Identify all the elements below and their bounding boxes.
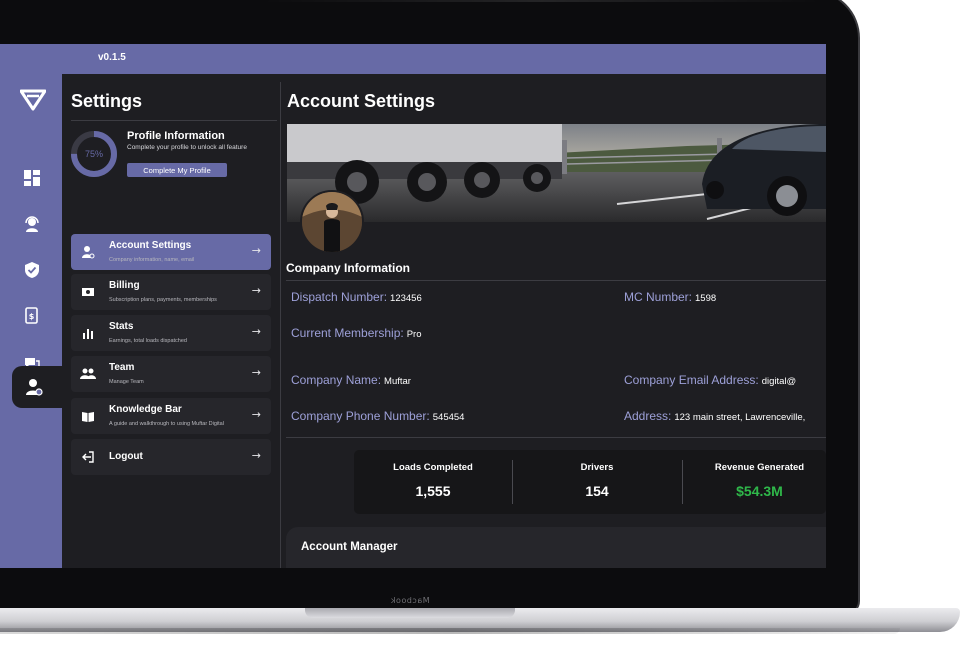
menu-item-logout[interactable]: Logout → bbox=[71, 439, 271, 475]
arrow-right-icon: → bbox=[251, 449, 261, 462]
arrow-right-icon: → bbox=[251, 284, 261, 297]
menu-item-team[interactable]: Team Manage Team → bbox=[71, 356, 271, 392]
menu-item-billing[interactable]: Billing Subscription plans, payments, me… bbox=[71, 274, 271, 310]
arrow-right-icon: → bbox=[251, 366, 261, 379]
user-settings-icon[interactable] bbox=[24, 377, 44, 397]
cash-icon bbox=[80, 284, 96, 300]
shield-check-icon[interactable] bbox=[22, 260, 42, 280]
settings-panel: Settings 75% Profile Information Complet… bbox=[62, 74, 280, 568]
company-name-field: Company Name: Muftar bbox=[291, 373, 411, 387]
stat-revenue-generated: Revenue Generated $54.3M bbox=[714, 462, 805, 499]
app-version: v0.1.5 bbox=[98, 52, 126, 63]
stat-drivers: Drivers 154 bbox=[580, 462, 614, 499]
top-bar: v0.1.5 bbox=[0, 44, 826, 74]
menu-sublabel: Subscription plans, payments, membership… bbox=[109, 297, 217, 303]
logout-icon bbox=[80, 449, 96, 465]
page-title: Account Settings bbox=[287, 91, 436, 111]
menu-label: Logout bbox=[109, 451, 143, 462]
laptop-brand: Macbook bbox=[390, 596, 430, 605]
profile-subtitle: Complete your profile to unlock all feat… bbox=[127, 144, 247, 151]
cover-banner-image[interactable] bbox=[287, 124, 826, 222]
menu-item-stats[interactable]: Stats Earnings, total loads dispatched → bbox=[71, 315, 271, 351]
book-icon bbox=[80, 408, 96, 424]
laptop-mockup: Macbook v0.1.5 $ Settings 75% Profile In… bbox=[0, 0, 960, 647]
menu-label: Team bbox=[109, 362, 135, 373]
account-settings-main: Account Settings Company Information Dis… bbox=[286, 74, 826, 568]
menu-item-knowledge-bar[interactable]: Knowledge Bar A guide and walkthrough to… bbox=[71, 398, 271, 434]
account-manager-heading: Account Manager bbox=[301, 541, 398, 553]
profile-avatar[interactable] bbox=[300, 190, 364, 254]
menu-sublabel: A guide and walkthrough to using Muftar … bbox=[109, 421, 224, 427]
dashboard-icon[interactable] bbox=[22, 168, 42, 188]
menu-label: Knowledge Bar bbox=[109, 404, 182, 415]
document-money-icon[interactable]: $ bbox=[22, 306, 42, 326]
profile-progress-text: 75% bbox=[84, 149, 103, 159]
account-manager-card: Account Manager bbox=[286, 527, 826, 568]
menu-sublabel: Company information, name, email bbox=[109, 257, 195, 263]
bar-chart-icon bbox=[80, 325, 96, 341]
support-agent-icon[interactable] bbox=[22, 214, 42, 234]
arrow-right-icon: → bbox=[251, 244, 261, 257]
logo-icon[interactable] bbox=[20, 89, 46, 111]
team-icon bbox=[80, 366, 96, 382]
app-screen: v0.1.5 $ Settings 75% Profile Informatio… bbox=[0, 44, 826, 568]
mc-number-field: MC Number: 1598 bbox=[624, 290, 717, 304]
complete-profile-button[interactable]: Complete My Profile bbox=[127, 163, 227, 177]
membership-field: Current Membership: Pro bbox=[291, 326, 422, 340]
menu-item-account-settings[interactable]: Account Settings Company information, na… bbox=[71, 234, 271, 270]
profile-title: Profile Information bbox=[127, 130, 225, 142]
settings-title: Settings bbox=[71, 91, 143, 111]
user-gear-icon bbox=[80, 244, 96, 260]
company-email-field: Company Email Address: digital@ bbox=[624, 373, 797, 387]
dispatch-number-field: Dispatch Number: 123456 bbox=[291, 290, 422, 304]
arrow-right-icon: → bbox=[251, 408, 261, 421]
stats-summary: Loads Completed 1,555 Drivers 154 Revenu… bbox=[354, 450, 826, 514]
address-field: Address: 123 main street, Lawrenceville, bbox=[624, 409, 806, 423]
arrow-right-icon: → bbox=[251, 325, 261, 338]
stat-loads-completed: Loads Completed 1,555 bbox=[393, 462, 473, 499]
company-info-heading: Company Information bbox=[286, 261, 411, 275]
menu-label: Stats bbox=[109, 321, 134, 332]
menu-label: Billing bbox=[109, 280, 140, 291]
menu-label: Account Settings bbox=[109, 240, 192, 251]
menu-sublabel: Manage Team bbox=[109, 379, 144, 385]
laptop-notch bbox=[305, 608, 515, 618]
company-phone-field: Company Phone Number: 545454 bbox=[291, 409, 465, 423]
sidebar-rail: $ bbox=[0, 74, 62, 568]
svg-text:$: $ bbox=[29, 312, 35, 321]
menu-sublabel: Earnings, total loads dispatched bbox=[109, 338, 187, 344]
